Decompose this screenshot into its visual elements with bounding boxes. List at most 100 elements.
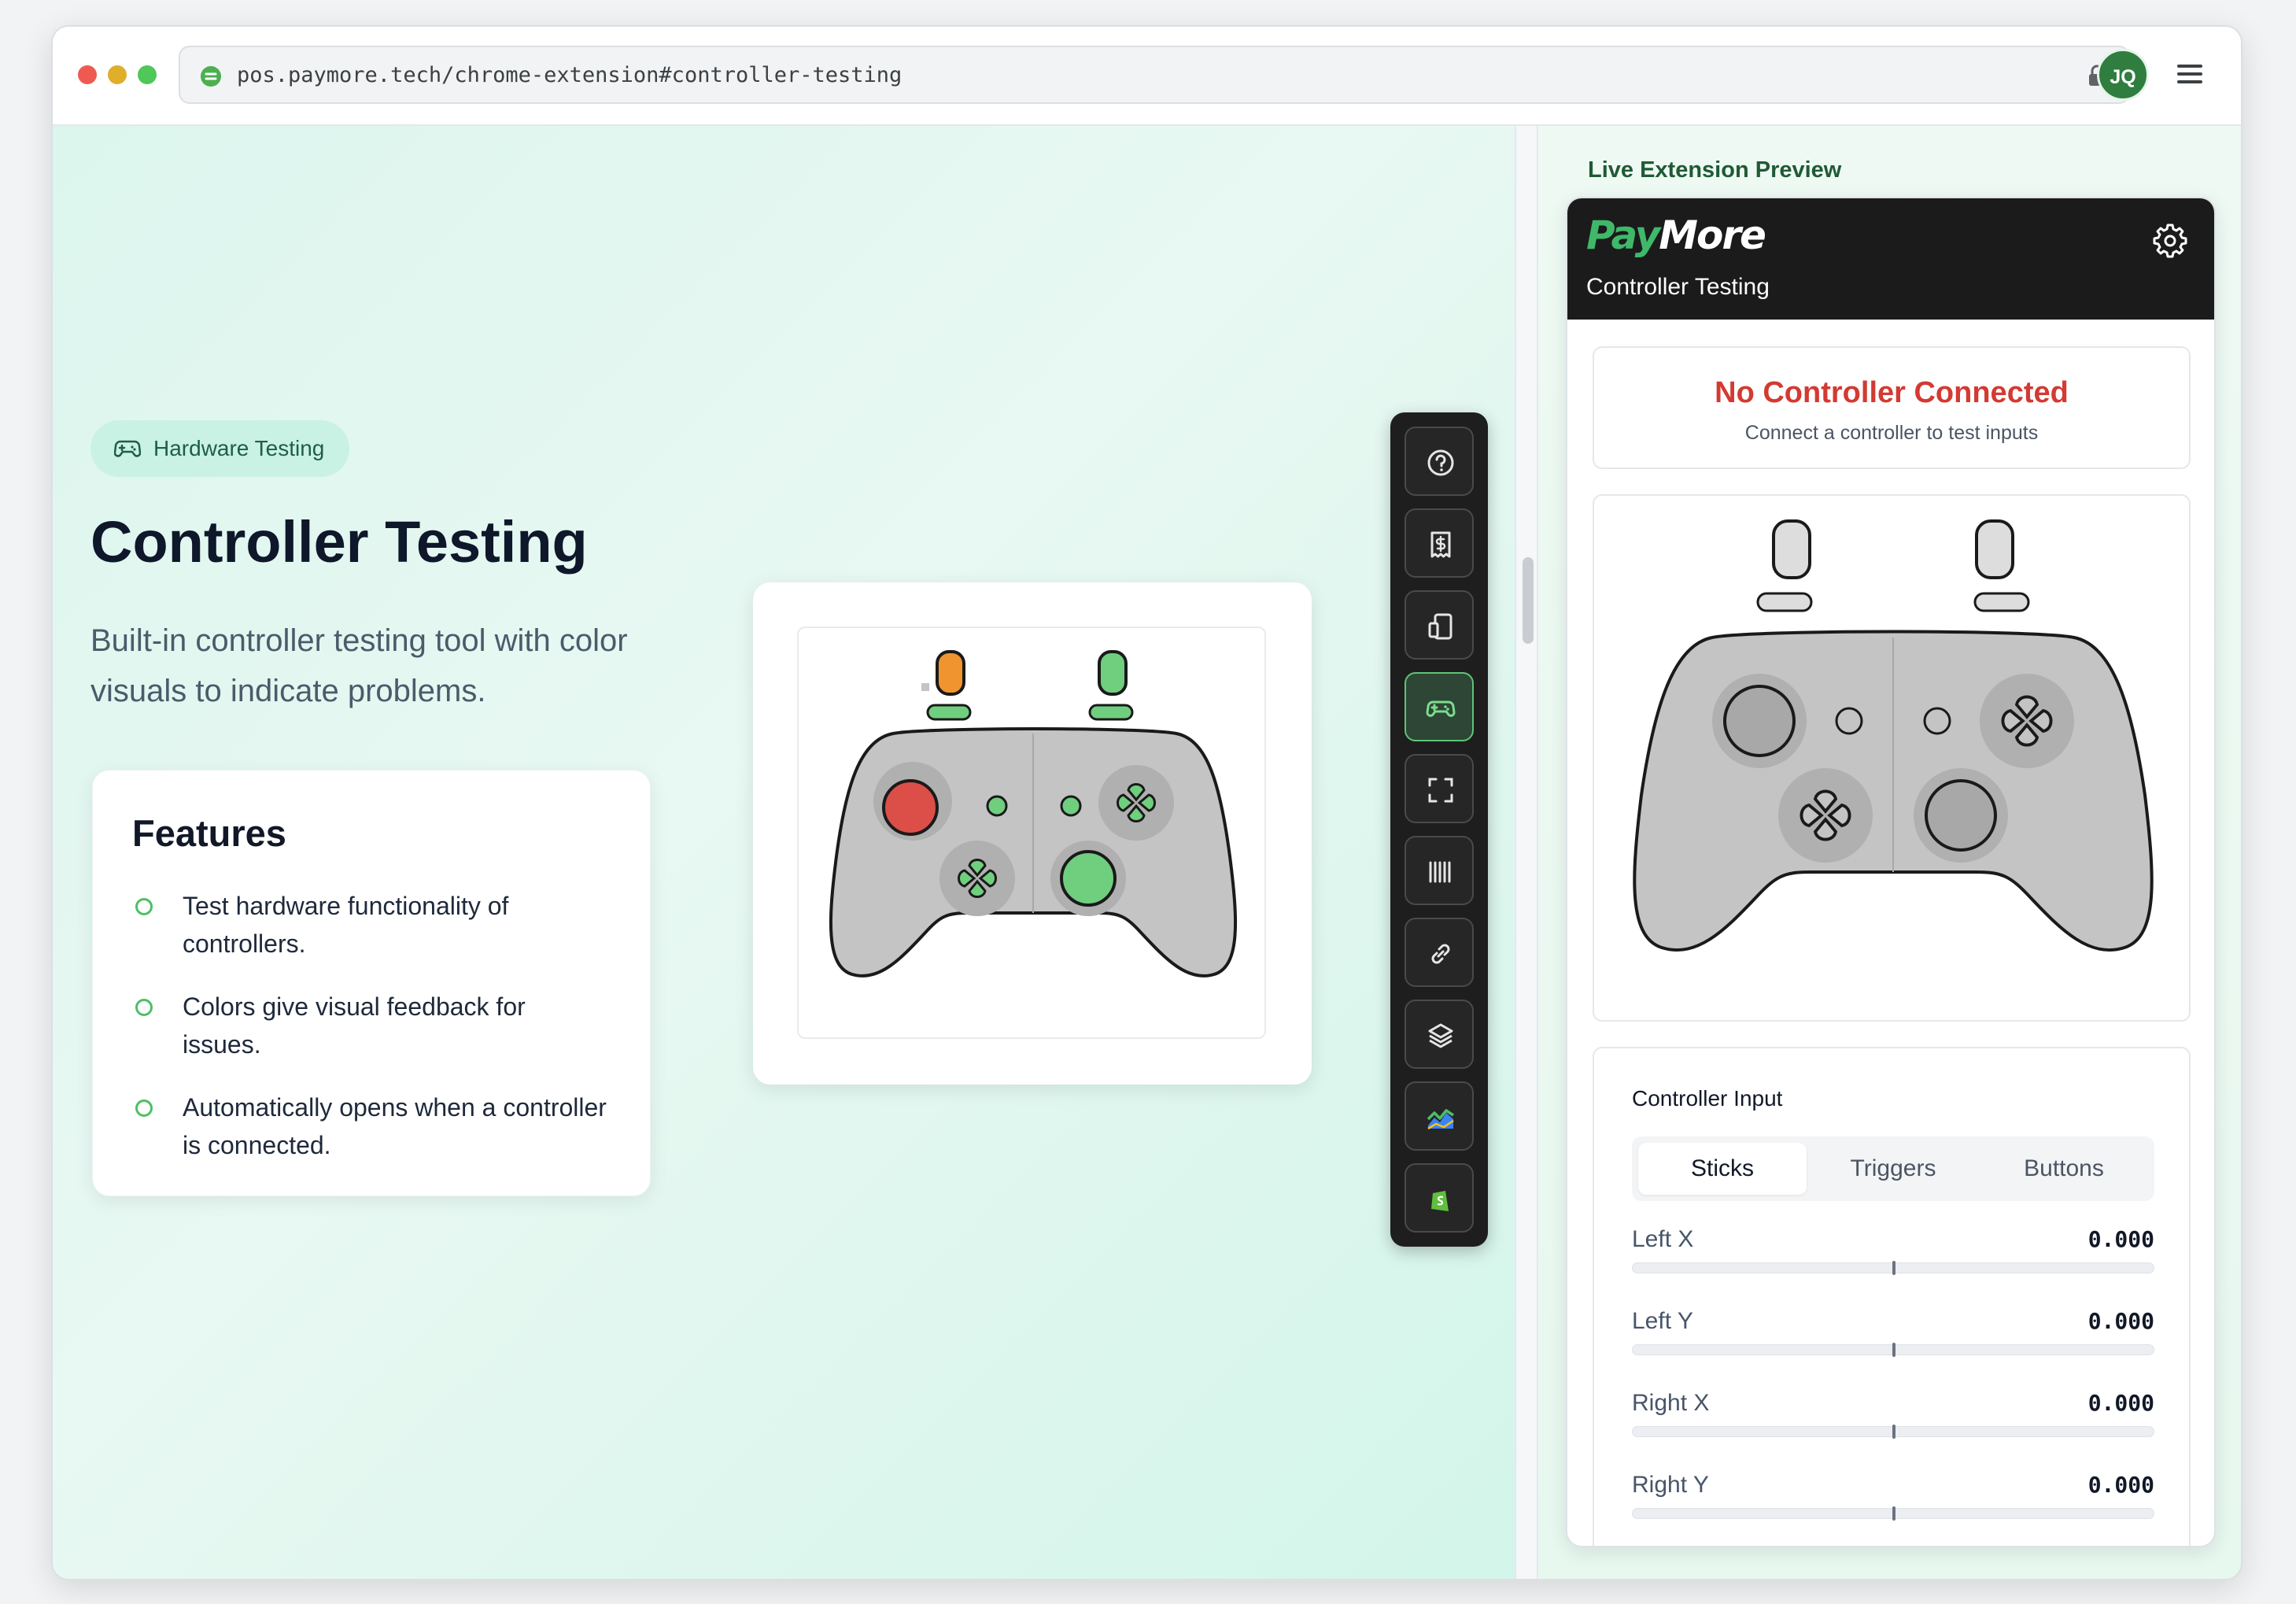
url-text[interactable]: pos.paymore.tech/chrome-extension#contro… <box>237 63 902 87</box>
extension-toolbar <box>1390 412 1488 1247</box>
right-trigger-bar <box>1088 704 1134 721</box>
receipt-dollar-icon <box>1430 531 1451 558</box>
left-bumper <box>936 650 965 696</box>
gamepad-icon <box>1426 700 1456 717</box>
paymore-logo: PayMore <box>1586 213 1766 258</box>
menu-icon[interactable] <box>2174 60 2206 88</box>
link-button[interactable] <box>1405 918 1474 987</box>
tab-triggers[interactable]: Triggers <box>1809 1143 1977 1195</box>
badge-label: Hardware Testing <box>153 436 325 460</box>
bullet-icon <box>135 999 153 1016</box>
marketing-section: Hardware Testing Controller Testing Buil… <box>53 126 1515 1579</box>
pane-divider <box>1515 126 1538 1579</box>
page-title: Controller Testing <box>90 509 588 575</box>
bullet-icon <box>135 1100 153 1117</box>
controller-diagram <box>829 650 1238 978</box>
right-bumper <box>1098 650 1128 696</box>
face-buttons-well <box>1980 674 2074 768</box>
axis-label: Left X <box>1632 1226 1694 1252</box>
avatar[interactable]: JQ <box>2097 49 2149 101</box>
input-tabs: Sticks Triggers Buttons <box>1632 1136 2154 1201</box>
menu-button <box>1060 795 1082 817</box>
feature-text: Test hardware functionality of controlle… <box>183 892 509 958</box>
axis-value: 0.000 <box>2087 1472 2154 1498</box>
barcode-button[interactable] <box>1405 836 1474 905</box>
dpad-well <box>1778 768 1873 863</box>
analytics-button[interactable] <box>1405 1081 1474 1151</box>
feature-item: Automatically opens when a controller is… <box>132 1088 612 1167</box>
link-icon <box>1431 944 1450 964</box>
axis-value: 0.000 <box>2087 1226 2154 1252</box>
trigger-indicator <box>921 683 929 691</box>
right-stick <box>1925 779 1997 852</box>
input-title: Controller Input <box>1632 1086 1783 1111</box>
left-trigger-bar <box>926 704 972 721</box>
view-button <box>986 795 1008 817</box>
left-stick <box>882 779 939 836</box>
extension-panel: PayMore Controller Testing No Controller… <box>1566 197 2216 1547</box>
feature-text: Automatically opens when a controller is… <box>183 1093 607 1159</box>
controller-demo-card <box>753 582 1312 1085</box>
category-badge: Hardware Testing <box>90 420 350 477</box>
right-trigger-bar <box>1973 592 2030 612</box>
features-title: Features <box>132 812 286 854</box>
axis-row-left-x: Left X 0.000 <box>1632 1226 2154 1281</box>
shopify-button[interactable] <box>1405 1163 1474 1233</box>
scan-button[interactable] <box>1405 754 1474 823</box>
axis-row-right-y: Right Y 0.000 <box>1632 1472 2154 1527</box>
gear-icon[interactable] <box>2151 222 2189 260</box>
scan-icon <box>1428 778 1453 803</box>
axis-track <box>1632 1506 2154 1521</box>
axis-center-marker <box>1892 1343 1895 1357</box>
axis-track <box>1632 1343 2154 1357</box>
extension-subtitle: Controller Testing <box>1586 274 1770 300</box>
axis-label: Right Y <box>1632 1472 1709 1498</box>
bullet-icon <box>135 898 153 915</box>
barcode-icon <box>1429 861 1451 883</box>
maximize-window-button[interactable] <box>138 65 157 84</box>
tab-sticks[interactable]: Sticks <box>1638 1143 1807 1195</box>
left-stick <box>1723 685 1796 757</box>
controller-testing-button[interactable] <box>1405 672 1474 741</box>
preview-label: Live Extension Preview <box>1588 157 1842 183</box>
menu-button <box>1923 707 1951 735</box>
tab-buttons[interactable]: Buttons <box>1980 1143 2148 1195</box>
minimize-window-button[interactable] <box>108 65 127 84</box>
devices-button[interactable] <box>1405 590 1474 660</box>
axis-value: 0.000 <box>2087 1308 2154 1334</box>
page-subtitle: Built-in controller testing tool with co… <box>90 623 628 708</box>
dpad-well <box>939 841 1015 916</box>
receipt-button[interactable] <box>1405 508 1474 578</box>
address-bar[interactable]: pos.paymore.tech/chrome-extension#contro… <box>179 46 2130 104</box>
features-card: Features Test hardware functionality of … <box>92 770 651 1196</box>
feature-text: Colors give visual feedback for issues. <box>183 992 526 1059</box>
feature-item: Test hardware functionality of controlle… <box>132 887 612 966</box>
help-button[interactable] <box>1405 427 1474 496</box>
scrollbar-thumb[interactable] <box>1523 557 1534 644</box>
status-subtitle: Connect a controller to test inputs <box>1744 422 2039 444</box>
right-bumper <box>1975 519 2014 579</box>
axis-row-right-x: Right X 0.000 <box>1632 1390 2154 1445</box>
connection-status-card: No Controller Connected Connect a contro… <box>1593 346 2191 469</box>
devices-icon <box>1428 613 1453 640</box>
close-window-button[interactable] <box>78 65 97 84</box>
controller-preview-diagram <box>1633 519 2154 952</box>
chart-icon <box>1427 1109 1454 1130</box>
controller-input-card: Controller Input Sticks Triggers Buttons… <box>1593 1047 2191 1546</box>
status-title: No Controller Connected <box>1715 376 2069 409</box>
extension-header: PayMore Controller Testing <box>1567 198 2214 320</box>
right-stick <box>1060 850 1117 907</box>
controller-demo-frame <box>797 626 1266 1039</box>
left-trigger-bar <box>1756 592 1813 612</box>
face-buttons-well <box>1098 765 1174 841</box>
axis-label: Left Y <box>1632 1308 1693 1334</box>
axis-label: Right X <box>1632 1390 1710 1416</box>
view-button <box>1835 707 1863 735</box>
shopify-icon <box>1431 1191 1449 1211</box>
layers-icon <box>1428 1023 1453 1048</box>
axis-track <box>1632 1425 2154 1439</box>
favicon-icon <box>201 66 221 87</box>
layers-button[interactable] <box>1405 1000 1474 1069</box>
axis-center-marker <box>1892 1261 1895 1275</box>
left-bumper <box>1772 519 1811 579</box>
